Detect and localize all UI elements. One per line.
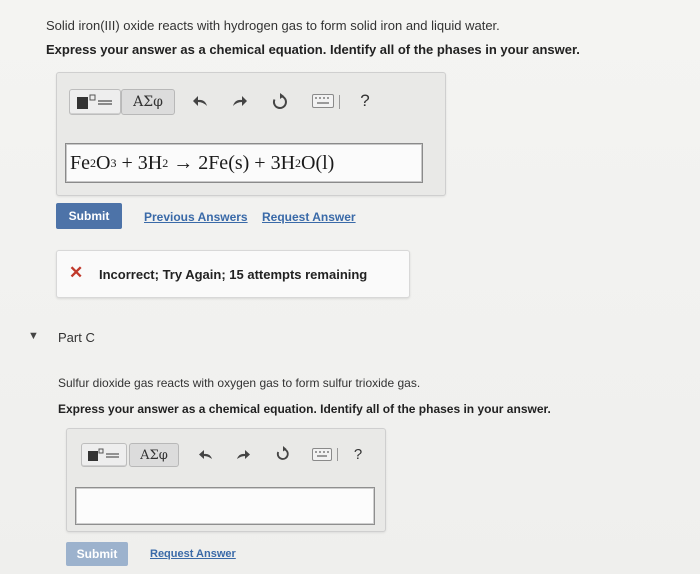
submit-button[interactable]: Submit	[66, 542, 128, 566]
eq-part: O(l)	[301, 151, 335, 174]
reset-button[interactable]	[269, 91, 291, 113]
part-b-prompt: Solid iron(III) oxide reacts with hydrog…	[46, 18, 500, 33]
keyboard-button[interactable]	[311, 447, 333, 461]
equation-input[interactable]: Fe 2 O 3 + 3H 2 → 2Fe(s) + 3H 2 O(l)	[65, 143, 423, 183]
reset-button[interactable]	[273, 444, 293, 464]
undo-icon	[198, 449, 212, 459]
eq-part: Fe	[70, 151, 90, 174]
part-b-answer-panel: ΑΣφ ? Fe 2 O 3 + 3H 2 → 2Fe(s) + 3H 2 O(l)	[56, 72, 446, 196]
redo-button[interactable]	[229, 91, 249, 111]
submit-button[interactable]: Submit	[56, 203, 122, 229]
toolbar-divider	[339, 95, 340, 109]
undo-button[interactable]	[191, 91, 211, 111]
templates-icon	[77, 94, 112, 109]
keyboard-icon	[312, 447, 332, 461]
request-answer-link[interactable]: Request Answer	[150, 548, 236, 560]
reset-icon	[272, 93, 287, 109]
templates-icon	[88, 448, 119, 461]
help-button[interactable]: ?	[349, 443, 367, 465]
help-button[interactable]: ?	[355, 89, 375, 113]
part-b-instruction: Express your answer as a chemical equati…	[46, 42, 580, 57]
part-c-prompt: Sulfur dioxide gas reacts with oxygen ga…	[58, 376, 421, 390]
keyboard-button[interactable]	[311, 93, 335, 109]
request-answer-link[interactable]: Request Answer	[262, 210, 356, 224]
toolbar-divider	[337, 448, 338, 461]
eq-part: + 3H	[116, 151, 163, 174]
templates-button[interactable]	[69, 89, 121, 115]
redo-icon	[236, 449, 250, 459]
templates-button[interactable]	[81, 443, 127, 467]
redo-icon	[233, 96, 247, 106]
undo-icon	[193, 96, 207, 106]
reset-icon	[276, 446, 289, 460]
greek-symbols-button[interactable]: ΑΣφ	[121, 89, 175, 115]
equation-input[interactable]	[75, 487, 375, 525]
feedback-text: Incorrect; Try Again; 15 attempts remain…	[99, 267, 368, 282]
keyboard-icon	[312, 94, 334, 108]
feedback-box: ✕ Incorrect; Try Again; 15 attempts rema…	[56, 250, 410, 298]
part-c-answer-panel: ΑΣφ ?	[66, 428, 386, 532]
part-c-instruction: Express your answer as a chemical equati…	[58, 402, 551, 416]
previous-answers-link[interactable]: Previous Answers	[144, 210, 248, 224]
caret-down-icon[interactable]: ▼	[28, 330, 39, 342]
undo-button[interactable]	[197, 445, 215, 463]
eq-part: → 2Fe(s) + 3H	[168, 151, 296, 174]
greek-symbols-button[interactable]: ΑΣφ	[129, 443, 179, 467]
close-icon: ✕	[69, 263, 84, 282]
redo-button[interactable]	[233, 445, 251, 463]
eq-part: O	[96, 151, 111, 174]
part-c-title[interactable]: Part C	[58, 330, 95, 345]
